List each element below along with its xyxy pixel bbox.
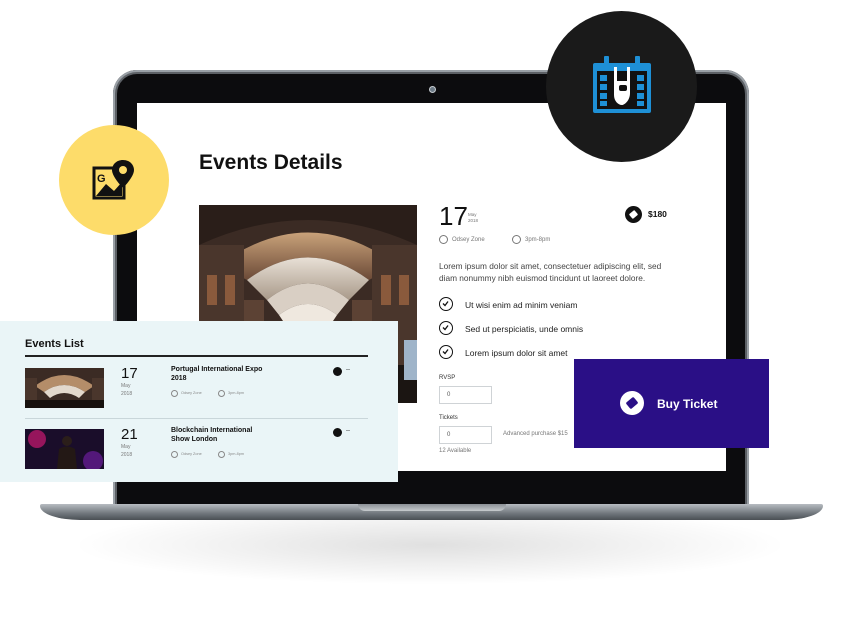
events-list-card: Events List 17 May 2018 Portugal Interna… xyxy=(0,321,398,482)
event-time: 3pm-8pm xyxy=(525,237,551,243)
tickets-label: Tickets xyxy=(439,415,458,421)
event-thumbnail[interactable] xyxy=(25,368,104,408)
event-day: 17 xyxy=(439,201,468,231)
buy-ticket-label: Buy Ticket xyxy=(657,397,718,411)
page-title: Events Details xyxy=(199,151,343,174)
rock-calendar-icon xyxy=(593,56,651,113)
event-month-year: May 2018 xyxy=(468,212,479,223)
ticket-icon xyxy=(333,367,342,376)
svg-text:G: G xyxy=(97,173,106,185)
event-price: $180 xyxy=(648,209,667,219)
event-thumbnail[interactable] xyxy=(25,429,104,469)
location-icon xyxy=(171,390,178,397)
clock-icon xyxy=(512,235,521,244)
event-location: Odsey Zone xyxy=(452,237,485,243)
event-description: Lorem ipsum dolor sit amet, consectetuer… xyxy=(439,261,662,283)
event-price: -- xyxy=(346,428,350,434)
ticket-icon xyxy=(333,428,342,437)
row-divider xyxy=(25,418,368,419)
webcam xyxy=(429,86,436,93)
clock-icon xyxy=(218,451,225,458)
buy-ticket-button[interactable]: Buy Ticket xyxy=(574,359,769,448)
map-pin-icon: G xyxy=(92,160,134,200)
checklist-item: Sed ut perspiciatis, unde omnis xyxy=(439,321,639,338)
event-day: 21 xyxy=(121,426,138,443)
checklist-item: Ut wisi enim ad minim veniam xyxy=(439,297,639,314)
laptop-notch xyxy=(358,504,506,511)
tickets-input[interactable]: 0 xyxy=(439,426,492,444)
event-time: 3pm-8pm xyxy=(228,391,245,395)
clock-icon xyxy=(218,390,225,397)
event-location: Odsey Zone xyxy=(181,391,202,395)
event-location: Odsey Zone xyxy=(181,452,202,456)
event-month-year: May 2018 xyxy=(121,444,133,458)
ticket-icon xyxy=(620,391,644,415)
ticket-icon xyxy=(625,206,642,223)
event-day: 17 xyxy=(121,365,138,382)
location-icon xyxy=(171,451,178,458)
advanced-purchase-text: Advanced purchase $15 xyxy=(503,431,568,437)
event-month-year: May 2018 xyxy=(121,383,133,397)
rsvp-label: RVSP xyxy=(439,375,456,381)
events-list-title: Events List xyxy=(25,338,84,350)
event-title[interactable]: Portugal International Expo 2018 xyxy=(171,365,266,383)
tickets-available: 12 Available xyxy=(439,448,472,454)
location-icon xyxy=(439,235,448,244)
map-badge: G xyxy=(59,125,169,235)
title-divider xyxy=(25,355,368,357)
event-time: 3pm-8pm xyxy=(228,452,245,456)
calendar-badge xyxy=(546,11,697,162)
check-circle-icon xyxy=(439,321,453,335)
check-circle-icon xyxy=(439,345,453,359)
event-title[interactable]: Blockchain International Show London xyxy=(171,426,266,444)
check-circle-icon xyxy=(439,297,453,311)
rsvp-input[interactable]: 0 xyxy=(439,386,492,404)
event-price: -- xyxy=(346,367,350,373)
